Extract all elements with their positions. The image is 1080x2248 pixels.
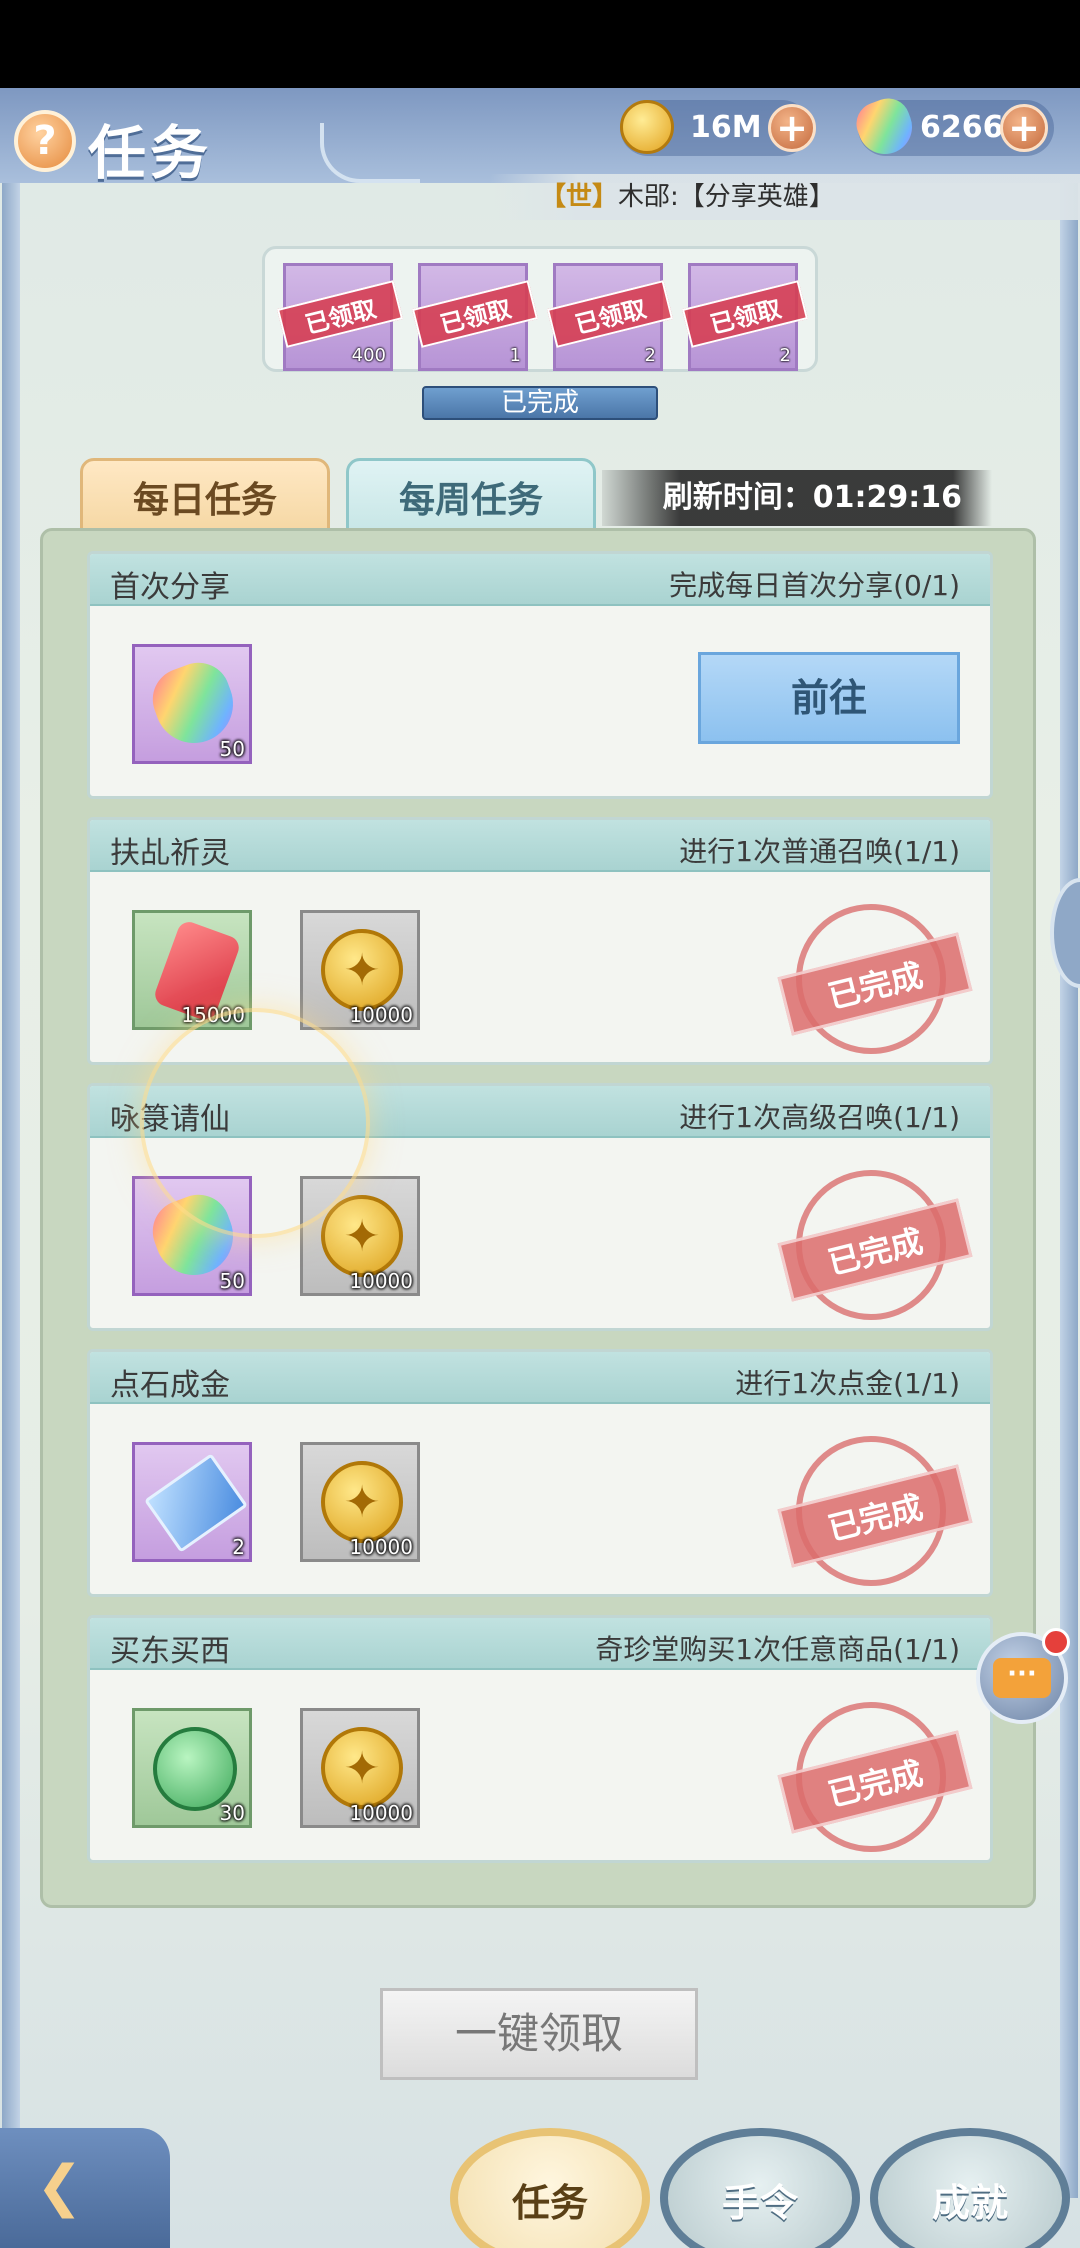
task-header: 点石成金 进行1次点金(1/1) <box>90 1352 990 1404</box>
claimed-stamp: 已领取 <box>411 280 539 348</box>
task-card: 咏箓请仙 进行1次高级召唤(1/1) 50 10000 已完成 <box>87 1083 993 1331</box>
activity-reward-1[interactable]: 已领取 400 <box>276 263 404 371</box>
green-token-icon <box>153 1727 237 1811</box>
activity-reward-3[interactable]: 已领取 2 <box>546 263 674 371</box>
chat-button[interactable]: ··· <box>976 1628 1070 1724</box>
task-description: 进行1次普通召唤(1/1) <box>679 835 960 868</box>
claimed-stamp: 已领取 <box>681 280 809 348</box>
claimed-stamp: 已领取 <box>276 280 404 348</box>
task-name: 首次分享 <box>110 570 230 605</box>
back-button[interactable]: ❮ <box>0 2128 170 2248</box>
reward-count: 15000 <box>181 1003 245 1027</box>
task-description: 完成每日首次分享(0/1) <box>669 569 960 602</box>
activity-reward-4[interactable]: 已领取 2 <box>681 263 809 371</box>
header: ? 任务 16M + 6266 + <box>0 88 1080 187</box>
help-icon[interactable]: ? <box>14 110 76 172</box>
world-broadcast[interactable]: 【世】木郘:【分享英雄】 <box>490 174 1080 220</box>
reward-count: 2 <box>779 345 791 366</box>
broadcast-text: 木郘:【分享英雄】 <box>618 182 835 212</box>
completed-stamp: 已完成 <box>777 1436 973 1586</box>
reward-item[interactable]: 2 <box>132 1442 252 1562</box>
task-card: 点石成金 进行1次点金(1/1) 2 10000 已完成 <box>87 1349 993 1597</box>
task-name: 点石成金 <box>110 1368 230 1403</box>
claim-all-button[interactable]: 一键领取 <box>380 1988 698 2080</box>
nav-tab-orders[interactable]: 手令 <box>660 2128 860 2248</box>
reward-count: 30 <box>219 1801 245 1825</box>
reward-item[interactable]: 10000 <box>300 910 420 1030</box>
task-name: 买东买西 <box>110 1634 230 1669</box>
task-name: 扶乩祈灵 <box>110 836 230 871</box>
activity-reward-strip: 已领取 400 已领取 1 已领取 2 已领取 2 <box>262 246 818 372</box>
status-bar <box>0 0 1080 88</box>
gold-coin-icon <box>321 1195 403 1277</box>
task-name: 咏箓请仙 <box>110 1102 230 1137</box>
go-button[interactable]: 前往 <box>698 652 960 744</box>
activity-status-bar: 已完成 <box>422 386 658 420</box>
gold-coin-icon <box>321 1727 403 1809</box>
task-list-panel: 首次分享 完成每日首次分享(0/1) 50 前往 扶乩祈灵 进行1次普通召唤(1… <box>40 528 1036 1908</box>
task-header: 扶乩祈灵 进行1次普通召唤(1/1) <box>90 820 990 872</box>
reward-count: 50 <box>219 737 245 761</box>
coin-value: 16M <box>690 110 762 145</box>
reward-count: 10000 <box>349 1801 413 1825</box>
completed-label: 已完成 <box>777 1464 973 1568</box>
reward-item[interactable]: 50 <box>132 644 252 764</box>
reward-item[interactable]: 10000 <box>300 1442 420 1562</box>
left-frame <box>2 148 20 2198</box>
add-coins-button[interactable]: + <box>768 104 816 152</box>
completed-label: 已完成 <box>777 932 973 1036</box>
coin-icon <box>620 100 674 154</box>
nav-tab-achievements[interactable]: 成就 <box>870 2128 1070 2248</box>
side-pull-tab[interactable] <box>1050 878 1080 988</box>
notification-dot <box>1042 1628 1070 1656</box>
back-arrow-icon: ❮ <box>36 2154 83 2219</box>
reward-count: 2 <box>232 1535 245 1559</box>
completed-stamp: 已完成 <box>777 904 973 1054</box>
gem-value: 6266 <box>920 110 1004 145</box>
task-card: 首次分享 完成每日首次分享(0/1) 50 前往 <box>87 551 993 799</box>
completed-stamp: 已完成 <box>777 1170 973 1320</box>
completed-stamp: 已完成 <box>777 1702 973 1852</box>
task-screen: ? 任务 16M + 6266 + 【世】木郘:【分享英雄】 已领取 400 已… <box>0 88 1080 2248</box>
task-card: 买东买西 奇珍堂购买1次任意商品(1/1) 30 10000 已完成 <box>87 1615 993 1863</box>
header-decoration <box>320 123 420 183</box>
reward-count: 10000 <box>349 1269 413 1293</box>
reward-item[interactable]: 50 <box>132 1176 252 1296</box>
chat-bubble-icon: ··· <box>993 1658 1051 1698</box>
task-description: 进行1次点金(1/1) <box>735 1367 960 1400</box>
refresh-timer: 刷新时间：01:29:16 <box>602 470 992 526</box>
completed-label: 已完成 <box>777 1730 973 1834</box>
gold-coin-icon <box>321 1461 403 1543</box>
reward-item[interactable]: 15000 <box>132 910 252 1030</box>
gem-balance: 6266 + <box>850 92 1054 162</box>
add-gems-button[interactable]: + <box>1000 104 1048 152</box>
reward-count: 1 <box>509 345 521 366</box>
reward-item[interactable]: 10000 <box>300 1708 420 1828</box>
gem-icon <box>850 92 920 162</box>
reward-item[interactable]: 10000 <box>300 1176 420 1296</box>
task-header: 买东买西 奇珍堂购买1次任意商品(1/1) <box>90 1618 990 1670</box>
gold-coin-icon <box>321 929 403 1011</box>
reward-count: 2 <box>644 345 656 366</box>
task-card: 扶乩祈灵 进行1次普通召唤(1/1) 15000 10000 已完成 <box>87 817 993 1065</box>
task-description: 奇珍堂购买1次任意商品(1/1) <box>595 1633 960 1666</box>
reward-count: 50 <box>219 1269 245 1293</box>
coin-balance: 16M + <box>620 100 816 156</box>
completed-label: 已完成 <box>777 1198 973 1302</box>
task-header: 首次分享 完成每日首次分享(0/1) <box>90 554 990 606</box>
page-title: 任务 <box>88 119 213 187</box>
activity-reward-2[interactable]: 已领取 1 <box>411 263 539 371</box>
reward-item[interactable]: 30 <box>132 1708 252 1828</box>
task-header: 咏箓请仙 进行1次高级召唤(1/1) <box>90 1086 990 1138</box>
right-frame <box>1060 148 1078 2198</box>
tab-daily-tasks[interactable]: 每日任务 <box>80 458 330 536</box>
broadcast-channel: 【世】 <box>540 182 619 212</box>
nav-tab-tasks[interactable]: 任务 <box>450 2128 650 2248</box>
tab-weekly-tasks[interactable]: 每周任务 <box>346 458 596 536</box>
reward-count: 10000 <box>349 1003 413 1027</box>
claimed-stamp: 已领取 <box>546 280 674 348</box>
reward-count: 10000 <box>349 1535 413 1559</box>
reward-count: 400 <box>351 345 386 366</box>
task-description: 进行1次高级召唤(1/1) <box>679 1101 960 1134</box>
